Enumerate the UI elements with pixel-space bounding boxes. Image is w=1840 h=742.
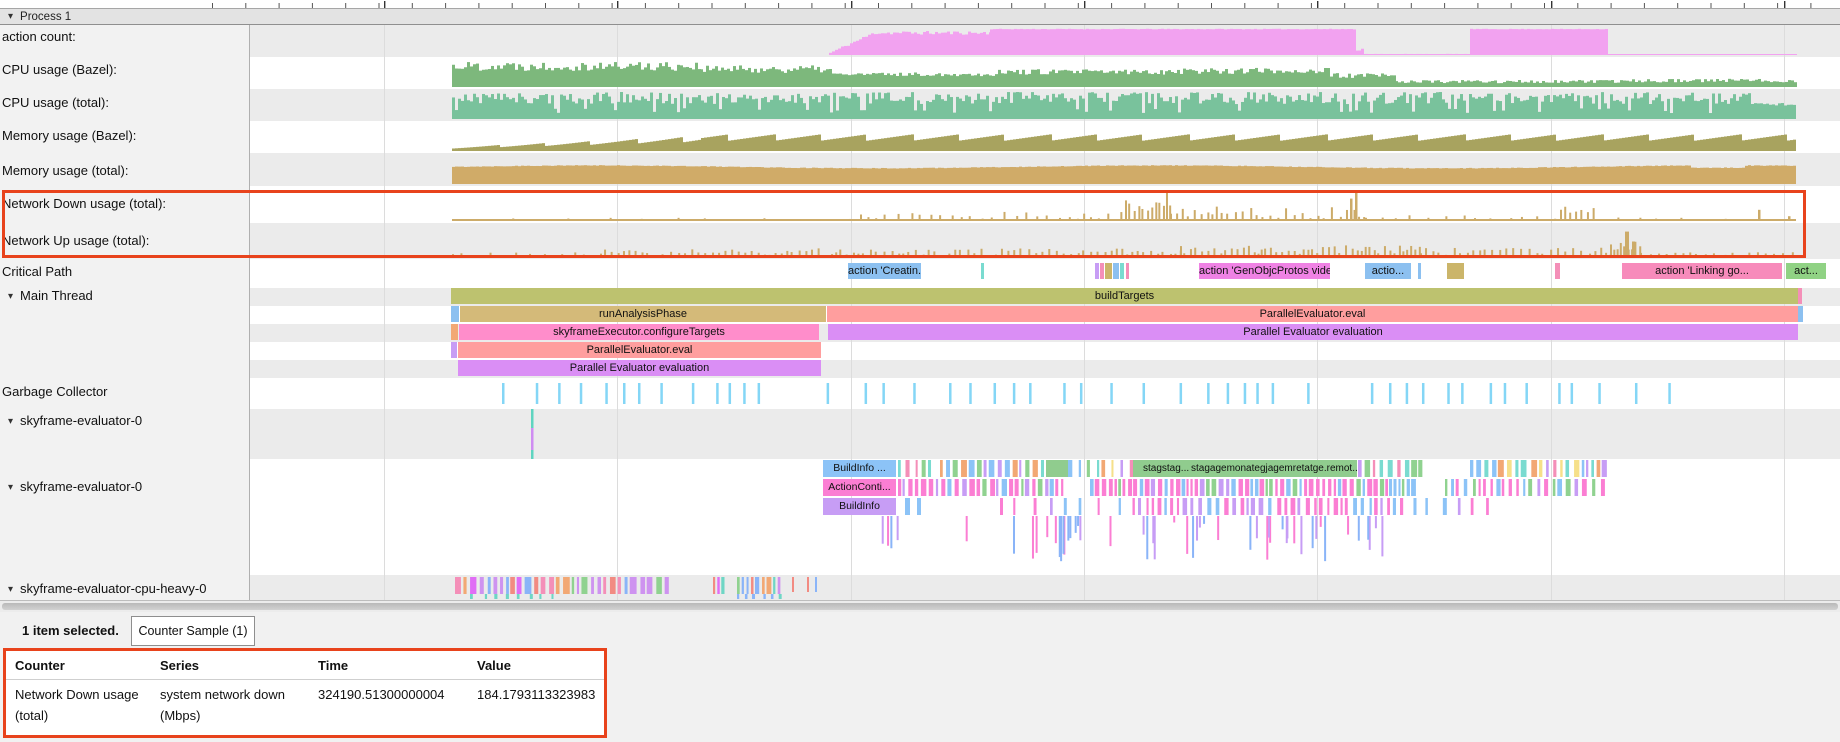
counter-label-2-text: CPU usage (total):: [2, 95, 109, 110]
chart-mem-bazel[interactable]: [452, 134, 1796, 151]
skyframe-evaluator-0-label-2[interactable]: ▾ skyframe-evaluator-0: [8, 478, 142, 496]
chart-network-up[interactable]: [452, 232, 1796, 257]
critical-path-action[interactable]: act...: [1786, 263, 1826, 279]
chart-mem-total[interactable]: [452, 165, 1796, 184]
main-thread-label-text: Main Thread: [20, 288, 93, 303]
col-header-series: Series: [160, 658, 199, 673]
counter-label-3-text: Memory usage (Bazel):: [2, 128, 136, 143]
staging-span[interactable]: stagstag...stagagemonategjagemretatge.re…: [1133, 460, 1357, 477]
counter-label-4: Memory usage (total):: [2, 162, 128, 180]
col-header-time: Time: [318, 658, 348, 673]
counter-label-2: CPU usage (total):: [2, 94, 109, 112]
table-header-divider: [6, 679, 604, 680]
main-thread-span[interactable]: Parallel Evaluator evaluation: [458, 360, 821, 376]
trace-viewer: ▾Process 1action 'Creatin...action 'GenO…: [0, 0, 1840, 742]
chart-action-count[interactable]: [829, 29, 1797, 55]
cell-time: 324190.51300000004: [318, 684, 445, 705]
main-thread-span[interactable]: ParallelEvaluator.eval: [827, 306, 1798, 322]
chart-cpu-bazel[interactable]: [452, 62, 1797, 87]
collapse-triangle-icon: ▾: [8, 288, 13, 306]
main-thread-span[interactable]: runAnalysisPhase: [460, 306, 826, 322]
cell-value: 184.1793113323983: [477, 684, 595, 705]
chart-network-down[interactable]: [452, 191, 1796, 221]
timeline-area[interactable]: ▾Process 1action 'Creatin...action 'GenO…: [0, 0, 1840, 600]
counter-label-5: Network Down usage (total):: [2, 195, 166, 213]
skyframe2-span[interactable]: BuildInfo ...: [823, 460, 896, 477]
critical-path-label: Critical Path: [2, 263, 72, 281]
skyframe-cpu-heavy-label[interactable]: ▾ skyframe-evaluator-cpu-heavy-0: [8, 580, 206, 598]
chart-cpu-total[interactable]: [452, 92, 1796, 119]
tab-counter-sample[interactable]: Counter Sample (1): [131, 616, 255, 646]
horizontal-scrollbar: [0, 600, 1840, 612]
counter-label-1-text: CPU usage (Bazel):: [2, 62, 117, 77]
counter-label-3: Memory usage (Bazel):: [2, 127, 136, 145]
highlight-box-table: Counter Series Time Value Network Down u…: [3, 648, 607, 738]
col-header-counter: Counter: [15, 658, 65, 673]
critical-path-action[interactable]: action 'Creatin...: [848, 263, 921, 279]
main-thread-span[interactable]: buildTargets: [451, 288, 1798, 304]
skyframe-evaluator-0-label-2-text: skyframe-evaluator-0: [20, 479, 142, 494]
scrollbar-thumb[interactable]: [2, 603, 1838, 610]
counter-label-4-text: Memory usage (total):: [2, 163, 128, 178]
counter-label-5-text: Network Down usage (total):: [2, 196, 166, 211]
cell-counter: Network Down usage (total): [15, 684, 150, 726]
garbage-collector-label-text: Garbage Collector: [2, 384, 108, 399]
critical-path-label-text: Critical Path: [2, 264, 72, 279]
garbage-collector-label: Garbage Collector: [2, 383, 108, 401]
cpu-heavy-slices[interactable]: [455, 577, 817, 599]
skyframe2-span[interactable]: ActionConti...: [823, 479, 896, 496]
collapse-triangle-icon: ▾: [8, 413, 13, 431]
main-thread-label[interactable]: ▾ Main Thread: [8, 287, 93, 305]
critical-path-action[interactable]: action 'Linking go...: [1622, 263, 1782, 279]
col-header-value: Value: [477, 658, 511, 673]
details-panel: 1 item selected. Counter Sample (1) Coun…: [0, 612, 1840, 742]
skyframe-evaluator-0-label-text: skyframe-evaluator-0: [20, 413, 142, 428]
collapse-triangle-icon: ▾: [8, 581, 13, 599]
counter-label-0: action count:: [2, 28, 76, 46]
cell-series: system network down (Mbps): [160, 684, 305, 726]
counter-label-1: CPU usage (Bazel):: [2, 61, 117, 79]
main-thread-span[interactable]: Parallel Evaluator evaluation: [828, 324, 1798, 340]
staging-label: stagstag...: [1143, 460, 1189, 477]
gc-ticks[interactable]: [502, 383, 1671, 404]
critical-path-action[interactable]: actio...: [1365, 263, 1411, 279]
skyframe2-span[interactable]: BuildInfo: [823, 498, 896, 515]
critical-path-action[interactable]: action 'GenObjcProtos video/...: [1199, 263, 1330, 279]
counter-label-6-text: Network Up usage (total):: [2, 233, 149, 248]
skyframe-evaluator-0-label[interactable]: ▾ skyframe-evaluator-0: [8, 412, 142, 430]
selection-status: 1 item selected.: [22, 623, 119, 638]
main-thread-span[interactable]: skyframeExecutor.configureTargets: [459, 324, 819, 340]
main-thread-span[interactable]: ParallelEvaluator.eval: [458, 342, 821, 358]
collapse-triangle-icon: ▾: [8, 479, 13, 497]
skyframe1-slices[interactable]: [531, 409, 534, 459]
ruler-ticks[interactable]: [212, 1, 1811, 8]
counter-label-6: Network Up usage (total):: [2, 232, 149, 250]
counter-label-0-text: action count:: [2, 29, 76, 44]
skyframe-cpu-heavy-label-text: skyframe-evaluator-cpu-heavy-0: [20, 581, 206, 596]
staging-label: stagagemonategjagemretatge.remot...: [1191, 460, 1357, 477]
